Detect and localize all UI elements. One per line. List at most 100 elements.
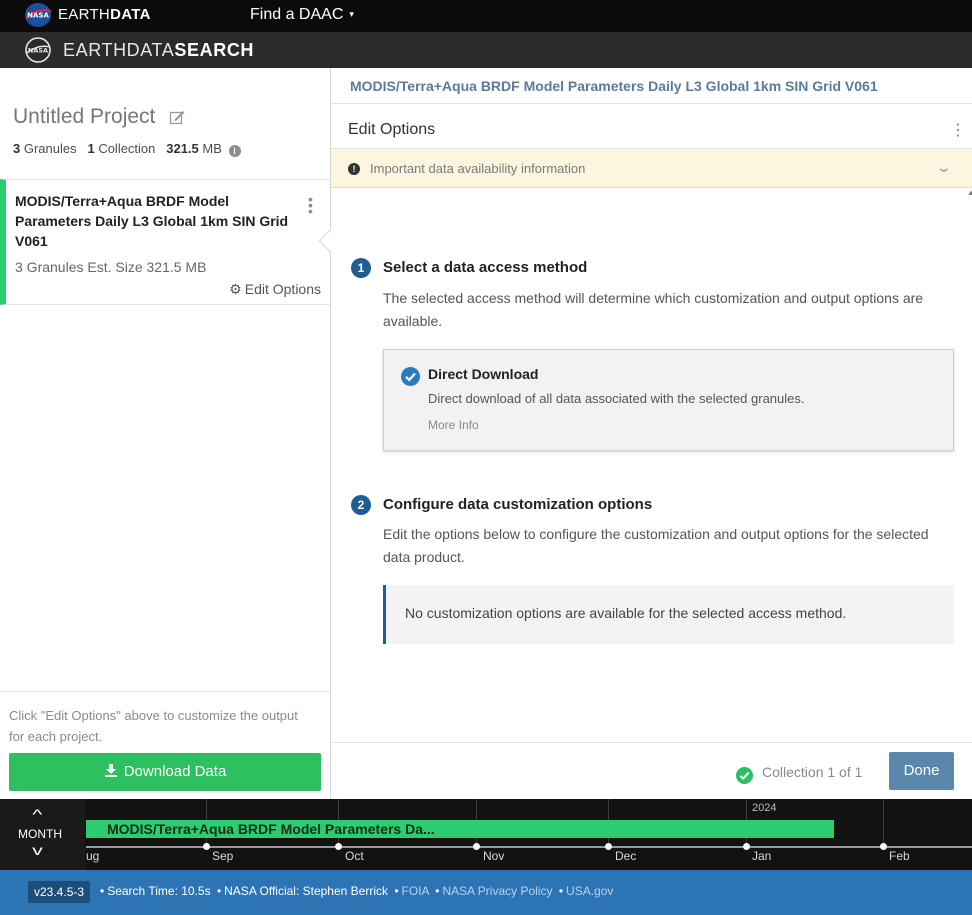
- search-brand-light: EARTHDATA: [63, 40, 175, 60]
- timeline-month-label: Sep: [212, 849, 234, 863]
- timeline-month-label: ug: [86, 849, 100, 863]
- project-stats: 3 Granules 1 Collection 321.5 MB i: [13, 141, 241, 157]
- check-circle-icon: [401, 367, 420, 386]
- project-title-text: Untitled Project: [13, 105, 156, 128]
- foia-link[interactable]: FOIA: [402, 884, 429, 898]
- edit-options-label: Edit Options: [244, 281, 321, 297]
- gear-icon: ⚙: [229, 281, 242, 297]
- collection-card[interactable]: MODIS/Terra+Aqua BRDF Model Parameters D…: [0, 179, 330, 305]
- chevron-down-icon[interactable]: v: [32, 842, 43, 858]
- panel-menu-icon[interactable]: ⋮: [950, 120, 966, 140]
- collection-card-title: MODIS/Terra+Aqua BRDF Model Parameters D…: [15, 193, 289, 249]
- panel-header: MODIS/Terra+Aqua BRDF Model Parameters D…: [331, 68, 972, 104]
- earthdata-search-brand[interactable]: EARTHDATASEARCH: [63, 40, 254, 61]
- more-info-link[interactable]: More Info: [428, 418, 479, 432]
- notice-text: Important data availability information: [370, 161, 586, 176]
- download-data-button[interactable]: Download Data: [9, 753, 321, 791]
- access-options-panel: MODIS/Terra+Aqua BRDF Model Parameters D…: [331, 68, 972, 799]
- step-1-description: The selected access method will determin…: [383, 290, 924, 329]
- edit-options-hint: Click "Edit Options" above to customize …: [9, 708, 298, 744]
- footer-separator: •: [216, 884, 222, 898]
- timeline-tick: [743, 843, 750, 850]
- brand-bold-text: DATA: [110, 6, 151, 23]
- sidebar-footer: Click "Edit Options" above to customize …: [0, 691, 330, 799]
- exclamation-icon: !: [348, 163, 360, 175]
- direct-download-option[interactable]: Direct Download Direct download of all d…: [383, 349, 954, 451]
- footer-separator: •: [558, 884, 564, 898]
- step-2-badge: 2: [351, 495, 371, 515]
- timeline[interactable]: ^ MONTH v 2024 MODIS/Terra+Aqua BRDF Mod…: [0, 799, 972, 870]
- step-1-badge: 1: [351, 258, 371, 278]
- timeline-month-label: Dec: [615, 849, 637, 863]
- svg-text:NASA: NASA: [27, 12, 49, 20]
- granules-count: 3: [13, 141, 21, 156]
- size-value: 321.5: [166, 141, 199, 156]
- no-customization-text: No customization options are available f…: [405, 605, 847, 621]
- method-description: Direct download of all data associated w…: [428, 391, 805, 406]
- timeline-month-label: Feb: [889, 849, 910, 863]
- collection-title-link[interactable]: MODIS/Terra+Aqua BRDF Model Parameters D…: [350, 78, 878, 94]
- timeline-month-label: Jan: [752, 849, 772, 863]
- chevron-down-icon[interactable]: ⌄: [936, 159, 952, 176]
- method-name: Direct Download: [428, 366, 539, 382]
- step-1-title: Select a data access method: [383, 259, 588, 276]
- site-footer: v23.4.5-3 • Search Time: 10.5s • NASA Offi…: [0, 870, 972, 915]
- edit-pencil-icon[interactable]: [169, 109, 185, 125]
- timeline-axis: [86, 846, 972, 848]
- collections-label: Collection: [98, 141, 156, 156]
- no-customization-notice: No customization options are available f…: [383, 585, 954, 644]
- collection-count: Collection 1 of 1: [762, 764, 863, 780]
- find-a-daac-menu[interactable]: Find a DAAC ▾: [250, 6, 354, 24]
- step-2-description: Edit the options below to configure the …: [383, 526, 929, 565]
- brand-light-text: EARTH: [58, 6, 111, 23]
- nasa-official: NASA Official: Stephen Berrick: [224, 884, 388, 898]
- granules-label: Granules: [23, 141, 77, 156]
- data-availability-notice[interactable]: ! Important data availability informatio…: [331, 149, 972, 188]
- size-unit: MB: [202, 141, 222, 156]
- scroll-up-icon[interactable]: ▲: [967, 188, 972, 198]
- chevron-up-icon[interactable]: ^: [32, 806, 42, 822]
- more-options-icon[interactable]: • • •: [308, 192, 313, 218]
- search-time: Search Time: 10.5s: [107, 884, 211, 898]
- usa-gov-link[interactable]: USA.gov: [566, 884, 613, 898]
- footer-separator: •: [100, 884, 105, 898]
- search-brand-bold: SEARCH: [174, 40, 255, 60]
- project-title[interactable]: Untitled Project: [13, 105, 185, 129]
- version-badge: v23.4.5-3: [28, 881, 91, 903]
- earthdata-topbar: NASA EARTHDATA Find a DAAC ▾: [0, 0, 972, 32]
- privacy-policy-link[interactable]: NASA Privacy Policy: [442, 884, 552, 898]
- timeline-tick: [473, 843, 480, 850]
- check-circle-icon: [736, 767, 753, 784]
- timeline-tick: [880, 843, 887, 850]
- earthdata-brand[interactable]: EARTHDATA: [58, 6, 151, 23]
- step-2-title: Configure data customization options: [383, 496, 653, 513]
- timeline-collection-bar[interactable]: MODIS/Terra+Aqua BRDF Model Parameters D…: [86, 820, 834, 838]
- timeline-tick: [335, 843, 342, 850]
- timeline-zoom-label: MONTH: [18, 827, 62, 841]
- done-button[interactable]: Done: [889, 752, 954, 790]
- find-a-daac-label: Find a DAAC: [250, 6, 344, 23]
- edit-options-title: Edit Options: [348, 121, 436, 138]
- timeline-divider: [883, 799, 884, 847]
- timeline-zoom-control: ^ MONTH v: [0, 799, 85, 870]
- earthdata-search-header: NASA EARTHDATASEARCH: [0, 32, 972, 68]
- timeline-tick: [605, 843, 612, 850]
- collections-count: 1: [87, 141, 95, 156]
- download-icon: [104, 764, 117, 777]
- caret-down-icon: ▾: [349, 9, 354, 19]
- download-data-label: Download Data: [123, 763, 227, 780]
- nasa-logo-icon[interactable]: NASA: [24, 2, 52, 28]
- svg-text:NASA: NASA: [28, 47, 48, 55]
- footer-info: • Search Time: 10.5s • NASA Official: Step…: [97, 884, 613, 898]
- footer-separator: •: [435, 884, 440, 898]
- timeline-year-label: 2024: [752, 802, 777, 814]
- collection-card-meta: 3 Granules Est. Size 321.5 MB: [15, 259, 207, 275]
- panel-footer: Collection 1 of 1 Done: [331, 742, 972, 799]
- timeline-month-label: Nov: [483, 849, 505, 863]
- info-icon[interactable]: i: [228, 145, 241, 157]
- nasa-meatball-icon[interactable]: NASA: [24, 36, 52, 64]
- timeline-tick: [203, 843, 210, 850]
- timeline-month-label: Oct: [345, 849, 364, 863]
- footer-separator: •: [394, 884, 399, 898]
- edit-options-link[interactable]: ⚙ Edit Options: [229, 281, 321, 298]
